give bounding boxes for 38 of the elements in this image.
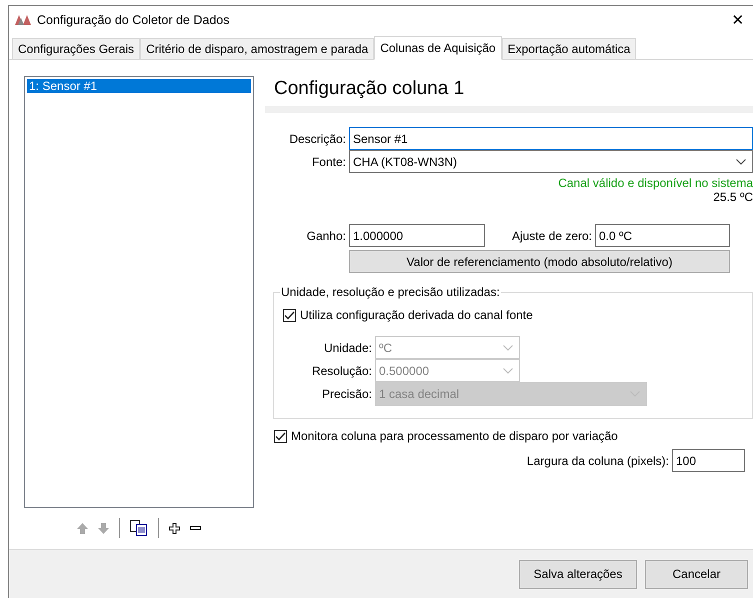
minus-icon[interactable] <box>190 526 201 530</box>
list-item[interactable]: 1: Sensor #1 <box>27 79 251 93</box>
field-label: Unidade: <box>322 340 373 354</box>
description-field[interactable]: Sensor #1 <box>349 127 753 150</box>
source-dropdown[interactable]: CHA (KT08-WN3N) <box>349 150 753 173</box>
field-label: Ajuste de zero: <box>510 228 593 242</box>
tab[interactable]: Critério de disparo, amostragem e parada <box>140 38 374 59</box>
checkbox-label: Monitora coluna para processamento de disparo por variação <box>291 429 618 443</box>
app-logo-icon <box>15 14 31 24</box>
zero-offset-field[interactable]: 0.0 ºC <box>595 224 730 247</box>
tab[interactable]: Configurações Gerais <box>12 38 140 59</box>
field-label: Fonte: <box>310 154 347 168</box>
close-button[interactable]: ✕ <box>723 10 753 28</box>
field-label: Precisão: <box>320 387 373 401</box>
checkbox[interactable] <box>274 430 287 442</box>
save-button[interactable]: Salva alterações <box>519 560 637 588</box>
column-width-field[interactable]: 100 <box>672 449 745 472</box>
reading-text: 25.5 ºC <box>712 190 753 204</box>
tab[interactable]: Colunas de Aquisição <box>374 36 502 60</box>
field-label: Descrição: <box>288 132 347 146</box>
window-title: Configuração do Coletor de Dados <box>37 12 230 26</box>
tab[interactable]: Exportação automática <box>502 38 636 59</box>
cancel-button[interactable]: Cancelar <box>645 560 748 588</box>
gain-field[interactable]: 1.000000 <box>349 224 485 247</box>
reference-button[interactable]: Valor de referenciamento (modo absoluto/relativo) <box>349 250 730 273</box>
plus-icon[interactable] <box>169 522 180 534</box>
caret-icon <box>503 368 513 374</box>
field-label: Largura da coluna (pixels): <box>526 454 670 468</box>
status-text: Canal válido e disponível no sistema <box>557 176 753 190</box>
caret-icon <box>503 344 513 350</box>
group-legend: Unidade, resolução e precisão utilizadas: <box>280 285 501 299</box>
checkbox[interactable] <box>283 308 296 322</box>
caret-icon <box>736 158 746 164</box>
field-label: Resolução: <box>310 364 373 378</box>
copy-icon[interactable] <box>130 520 148 536</box>
section-heading: Configuração coluna 1 <box>265 76 753 113</box>
field-label: Ganho: <box>306 228 347 242</box>
checkbox-label: Utiliza configuração derivada do canal fonte <box>300 308 533 322</box>
